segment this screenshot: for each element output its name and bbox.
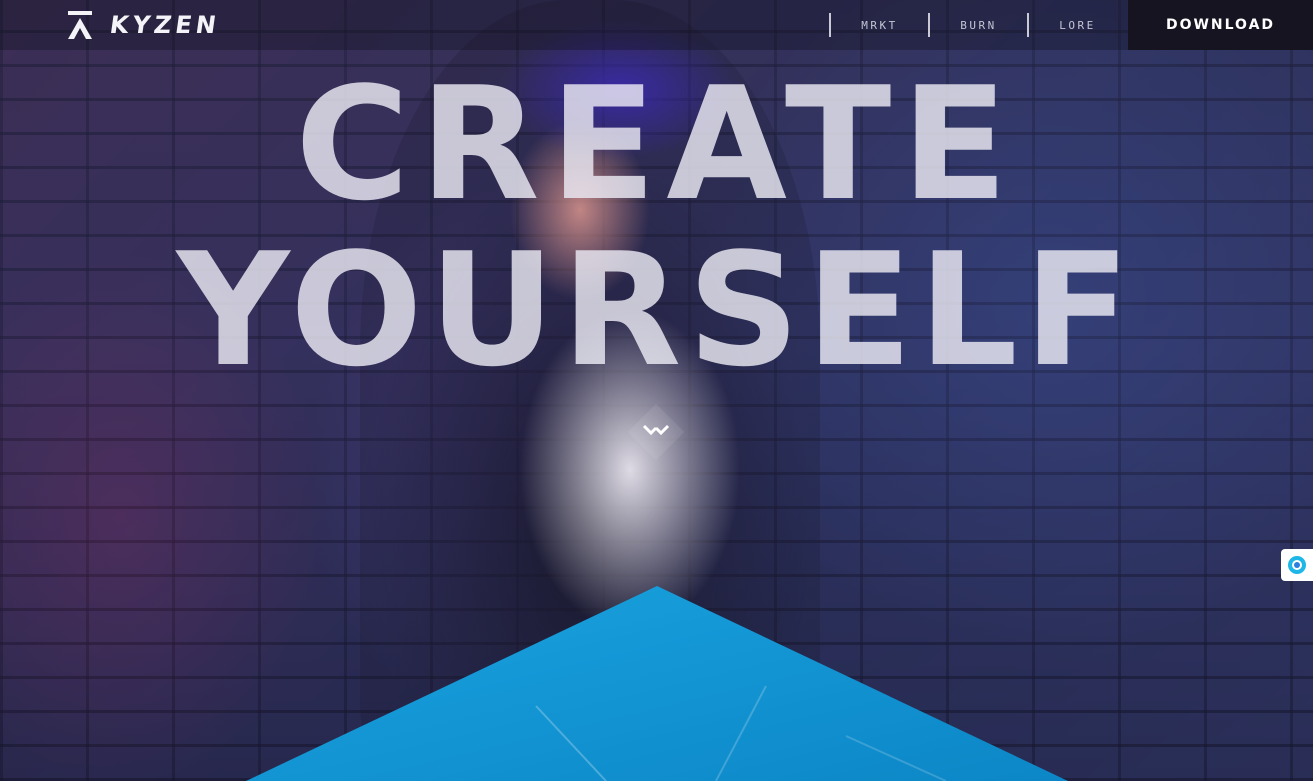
assistant-icon (1288, 556, 1306, 574)
nav-link-mrkt[interactable]: MRKT (829, 13, 928, 37)
blue-diamond-panel (246, 586, 1068, 781)
top-navigation: KYZEN MRKT BURN LORE DOWNLOAD (0, 0, 1313, 50)
chevron-down-icon (642, 424, 670, 436)
kyzen-logo-icon (68, 11, 92, 39)
brand-logo[interactable]: KYZEN (66, 8, 222, 42)
brand-name: KYZEN (108, 11, 222, 39)
assistant-widget[interactable] (1281, 549, 1313, 581)
nav-link-burn[interactable]: BURN (928, 13, 1027, 37)
hero-stage: KYZEN MRKT BURN LORE DOWNLOAD CREATE YOU… (0, 0, 1313, 781)
scroll-down-button[interactable] (627, 403, 685, 461)
download-button[interactable]: DOWNLOAD (1128, 0, 1313, 50)
nav-link-lore[interactable]: LORE (1027, 13, 1126, 37)
nav-links: MRKT BURN LORE (829, 13, 1126, 37)
